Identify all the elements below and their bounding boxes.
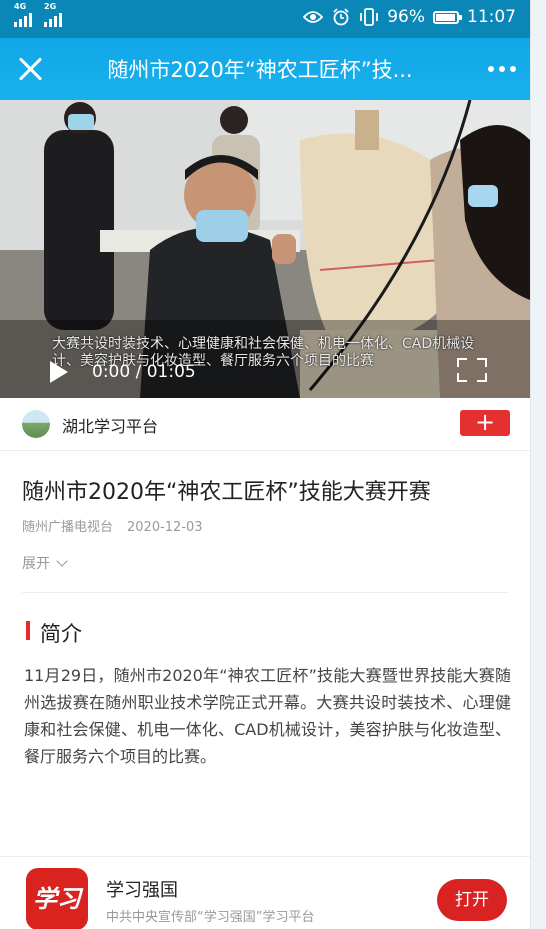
signal-icon-2: 2G xyxy=(44,2,62,27)
battery-icon xyxy=(433,10,462,24)
video-time: 0:00 / 01:05 xyxy=(92,362,196,382)
more-icon[interactable] xyxy=(488,66,516,72)
channel-row: 湖北学习平台 + xyxy=(0,398,530,451)
expand-label: 展开 xyxy=(22,556,50,572)
network-type-1: 4G xyxy=(14,2,27,11)
battery-percent: 96% xyxy=(387,7,425,27)
article-date: 2020-12-03 xyxy=(127,520,203,535)
page-title: 随州市2020年“神农工匠杯”技... xyxy=(107,58,413,82)
network-type-2: 2G xyxy=(44,2,57,11)
close-icon[interactable] xyxy=(16,54,46,84)
section-marker xyxy=(26,621,30,640)
channel-name[interactable]: 湖北学习平台 xyxy=(62,413,158,437)
status-right: 96% 11:07 xyxy=(303,7,516,27)
intro-heading: 简介 xyxy=(40,622,82,646)
app-description: 中共中央宣传部“学习强国”学习平台 xyxy=(106,910,315,925)
xuexi-logo: 学习 xyxy=(26,868,88,929)
open-app-button[interactable]: 打开 xyxy=(437,879,507,921)
video-player[interactable]: 大赛共设时装技术、心理健康和社会保健、机电一体化、CAD机械设计、美容护肤与化妆… xyxy=(0,100,530,398)
intro-text: 11月29日，随州市2020年“神农工匠杯”技能大赛暨世界技能大赛随州选拔赛在随… xyxy=(24,666,511,766)
vibrate-icon xyxy=(359,7,379,27)
eye-icon xyxy=(303,7,324,27)
clock: 11:07 xyxy=(467,7,516,27)
expand-button[interactable]: 展开 xyxy=(22,553,68,573)
chevron-down-icon xyxy=(56,555,68,567)
background-strip xyxy=(530,0,546,929)
article-meta: 随州广播电视台 2020-12-03 xyxy=(22,516,203,535)
channel-avatar[interactable] xyxy=(22,410,50,438)
phone-screen: 4G 2G 96% 11:07 随州市2020年“神农工匠杯”技... 大赛共设… xyxy=(0,0,530,929)
fullscreen-icon[interactable] xyxy=(457,358,487,382)
article-title: 随州市2020年“神农工匠杯”技能大赛开赛 xyxy=(22,480,431,505)
alarm-icon xyxy=(331,7,351,27)
status-bar: 4G 2G 96% 11:07 xyxy=(0,0,530,38)
app-name: 学习强国 xyxy=(106,880,178,901)
signal-indicators: 4G 2G xyxy=(14,2,62,27)
title-bar: 随州市2020年“神农工匠杯”技... xyxy=(0,38,530,100)
follow-button[interactable]: + xyxy=(460,410,510,436)
play-icon[interactable] xyxy=(48,360,70,384)
article-source[interactable]: 随州广播电视台 xyxy=(22,520,113,535)
signal-icon: 4G xyxy=(14,2,32,27)
app-download-bar: 学习 学习强国 中共中央宣传部“学习强国”学习平台 打开 xyxy=(0,856,530,929)
divider xyxy=(22,592,508,593)
